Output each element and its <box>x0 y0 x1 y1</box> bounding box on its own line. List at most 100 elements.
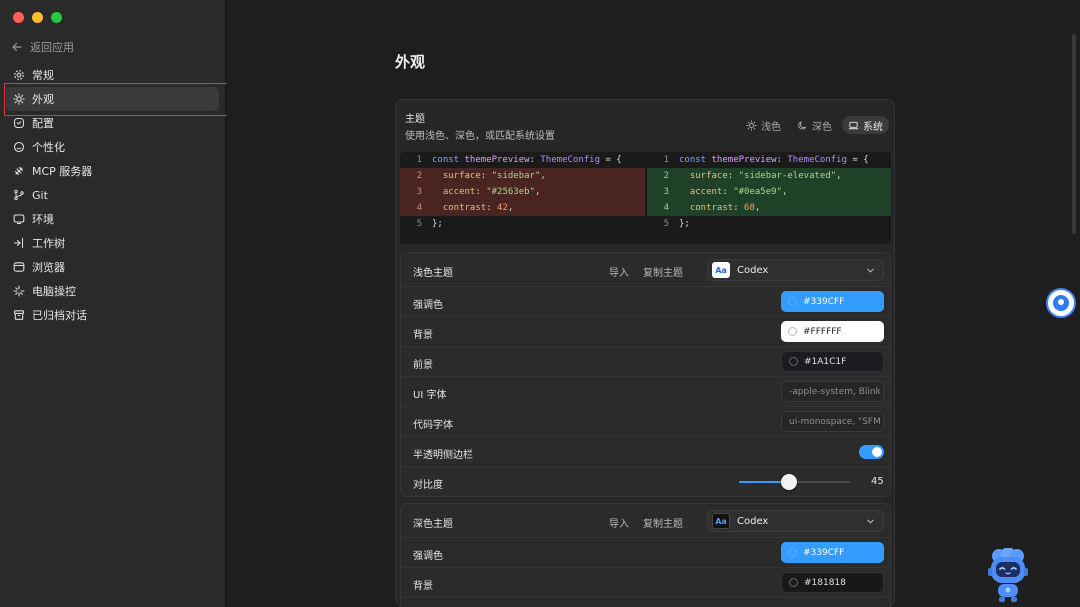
import-button[interactable]: 导入 <box>609 264 629 279</box>
contrast-row: 对比度 45 <box>401 467 890 497</box>
back-to-app-label: 返回应用 <box>30 41 74 54</box>
worktree-icon <box>12 237 25 250</box>
sidebar-item-label: 外观 <box>32 93 54 106</box>
code-font-input[interactable]: ui-monospace, "SFM <box>781 411 884 432</box>
settings-nav: 常规 外观 配置 个性化 MCP 服务器 Git 环境 工作树 浏览器 电脑操控… <box>6 63 219 327</box>
sidebar-item-config[interactable]: 配置 <box>6 111 219 135</box>
light-theme-actions: 导入 复制主题 <box>609 264 683 279</box>
floating-assistant-button[interactable] <box>1046 288 1076 318</box>
code-token: ThemeConfig <box>540 155 600 165</box>
row-label: 代码字体 <box>413 420 453 431</box>
code-token: surface <box>442 171 481 181</box>
light-theme-select[interactable]: Aa Codex <box>707 259 884 281</box>
code-token: "#2563eb" <box>486 187 535 197</box>
code-line: 5 }; <box>400 216 645 232</box>
translucent-sidebar-toggle[interactable] <box>859 445 884 459</box>
browser-icon <box>12 261 25 274</box>
color-value: #FFFFFF <box>803 326 842 337</box>
sidebar-item-git[interactable]: Git <box>6 183 219 207</box>
dark-accent-color-picker[interactable]: #339CFF <box>781 542 884 563</box>
code-token: "sidebar-elevated" <box>738 171 837 181</box>
light-accent-row: 强调色 #339CFF <box>401 287 890 317</box>
archive-icon <box>12 309 25 322</box>
color-dot <box>788 327 797 336</box>
row-label: UI 字体 <box>413 390 447 401</box>
dark-theme-select-value: Codex <box>737 515 769 527</box>
dark-theme-select[interactable]: Aa Codex <box>707 510 884 532</box>
dark-background-row: 背景 #181818 <box>401 568 890 598</box>
light-accent-color-picker[interactable]: #339CFF <box>781 291 884 312</box>
robot-mascot-icon[interactable] <box>985 548 1031 603</box>
sidebar-item-computer-control[interactable]: 电脑操控 <box>6 279 219 303</box>
copy-theme-button[interactable]: 复制主题 <box>643 264 683 279</box>
code-token: ThemeConfig <box>787 155 847 165</box>
code-line-removed: 2 surface: "sidebar", <box>400 168 645 184</box>
code-token: themePreview <box>711 155 777 165</box>
page-title: 外观 <box>395 53 426 71</box>
zoom-window-button[interactable] <box>51 12 62 23</box>
line-number: 1 <box>416 155 422 165</box>
theme-mode-system[interactable]: 系统 <box>842 116 889 134</box>
row-label: 对比度 <box>413 480 443 491</box>
slider-thumb[interactable] <box>780 474 797 490</box>
sidebar-item-personalize[interactable]: 个性化 <box>6 135 219 159</box>
theme-mode-label: 系统 <box>863 121 883 133</box>
code-token: const <box>679 155 707 165</box>
close-window-button[interactable] <box>13 12 24 23</box>
light-background-color-picker[interactable]: #FFFFFF <box>781 321 884 342</box>
theme-mode-dark[interactable]: 深色 <box>791 116 838 134</box>
window-controls <box>13 12 62 23</box>
theme-mode-selector: 浅色 深色 系统 <box>740 116 889 134</box>
moon-icon <box>798 120 807 130</box>
color-dot <box>788 297 797 306</box>
code-token: = { <box>847 155 869 165</box>
code-token: 42 <box>497 203 508 213</box>
line-number: 3 <box>416 187 422 197</box>
personalize-icon <box>12 141 25 154</box>
back-to-app-link[interactable]: 返回应用 <box>11 39 74 55</box>
sidebar-item-environment[interactable]: 环境 <box>6 207 219 231</box>
theme-mode-label: 深色 <box>812 121 832 133</box>
sidebar-item-mcp[interactable]: MCP 服务器 <box>6 159 219 183</box>
color-dot <box>789 578 798 587</box>
theme-code-preview: 1 const themePreview: ThemeConfig = { 2 … <box>400 152 891 244</box>
ui-font-input[interactable]: -apple-system, Blink <box>781 381 884 402</box>
line-number: 4 <box>416 203 422 213</box>
sidebar-item-label: MCP 服务器 <box>32 165 93 178</box>
code-line-removed: 4 contrast: 42, <box>400 200 645 216</box>
theme-mode-label: 浅色 <box>761 121 781 133</box>
sidebar-item-label: 个性化 <box>32 141 65 154</box>
minimize-window-button[interactable] <box>32 12 43 23</box>
import-button[interactable]: 导入 <box>609 515 629 530</box>
arrow-left-icon <box>12 42 22 52</box>
theme-subtitle: 使用浅色、深色，或匹配系统设置 <box>405 131 555 142</box>
copy-theme-button[interactable]: 复制主题 <box>643 515 683 530</box>
sidebar-item-label: 已归档对话 <box>32 309 87 322</box>
sidebar-item-archived[interactable]: 已归档对话 <box>6 303 219 327</box>
code-token: "#0ea5e9" <box>733 187 782 197</box>
contrast-slider[interactable] <box>739 474 850 490</box>
sidebar-item-label: 常规 <box>32 69 54 82</box>
dark-background-color-picker[interactable]: #181818 <box>781 572 884 593</box>
sidebar-item-general[interactable]: 常规 <box>6 63 219 87</box>
sidebar-item-browser[interactable]: 浏览器 <box>6 255 219 279</box>
sidebar-item-label: 配置 <box>32 117 54 130</box>
server-icon <box>12 165 25 178</box>
assistant-icon <box>1053 295 1069 311</box>
line-number: 5 <box>416 219 422 229</box>
code-line-added: 2 surface: "sidebar-elevated", <box>647 168 891 184</box>
light-foreground-color-picker[interactable]: #1A1C1F <box>781 351 884 372</box>
laptop-icon <box>848 121 859 129</box>
gear-icon <box>12 69 25 82</box>
code-token: = { <box>600 155 622 165</box>
config-icon <box>12 117 25 130</box>
sidebar-item-appearance[interactable]: 外观 <box>6 87 219 111</box>
scrollbar[interactable] <box>1072 34 1076 234</box>
code-token: accent <box>689 187 723 197</box>
code-token: 68 <box>744 203 755 213</box>
line-number: 4 <box>663 203 669 213</box>
row-label: 背景 <box>413 581 433 592</box>
theme-mode-light[interactable]: 浅色 <box>740 116 787 134</box>
code-line: 1 const themePreview: ThemeConfig = { <box>400 152 645 168</box>
sidebar-item-worktree[interactable]: 工作树 <box>6 231 219 255</box>
